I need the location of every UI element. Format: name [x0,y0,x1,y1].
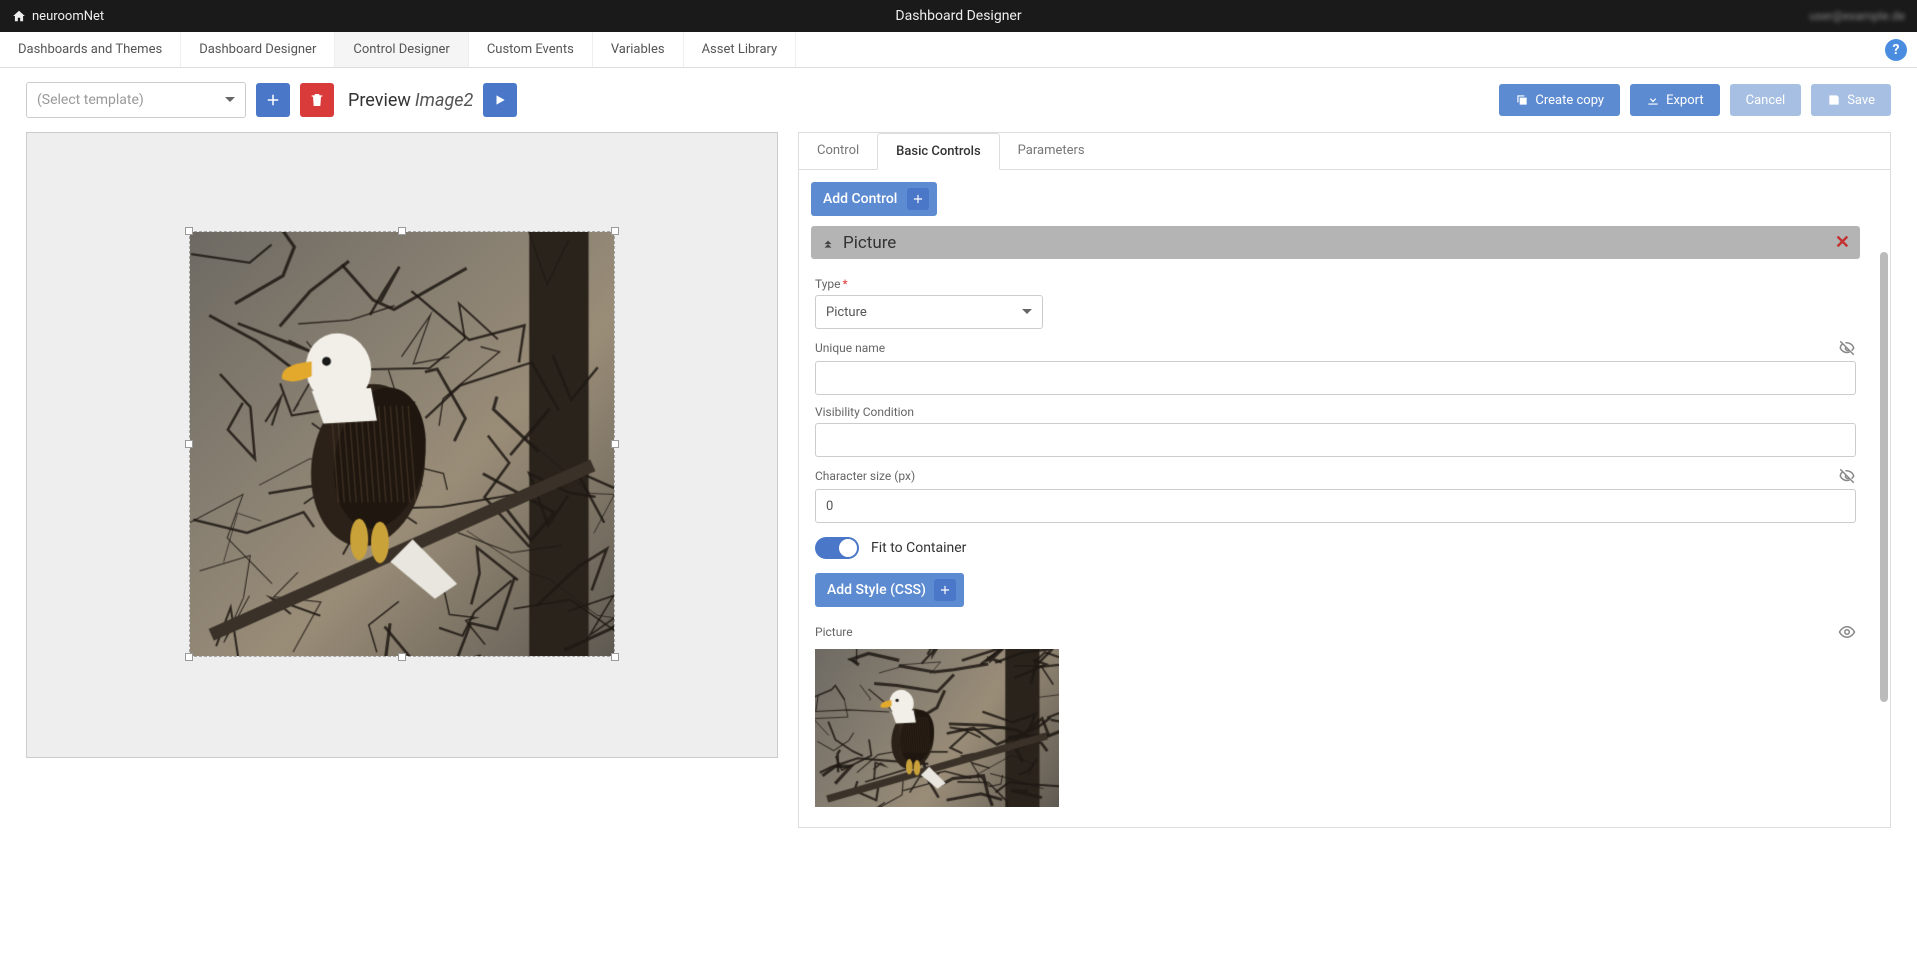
visibility-input[interactable] [815,423,1856,457]
resize-handle-tr[interactable] [611,227,619,235]
tab-variables[interactable]: Variables [593,32,684,67]
accordion-picture[interactable]: Picture ✕ [811,226,1860,259]
resize-handle-tl[interactable] [185,227,193,235]
tab-custom-events[interactable]: Custom Events [469,32,593,67]
add-control-button[interactable]: Add Control [811,182,937,216]
form-section: Type* Picture Unique name Visibility Con… [811,259,1860,815]
fit-to-container-toggle[interactable] [815,537,859,559]
tab-dashboards-themes[interactable]: Dashboards and Themes [0,32,181,67]
visibility-label: Visibility Condition [815,405,1856,419]
plus-icon [934,579,956,601]
add-style-button[interactable]: Add Style (CSS) [815,573,964,607]
help-icon[interactable]: ? [1885,39,1907,61]
caret-down-icon [1022,307,1032,317]
resize-handle-bl[interactable] [185,653,193,661]
resize-handle-bc[interactable] [398,653,406,661]
canvas-image-selection[interactable] [189,231,615,657]
brand[interactable]: neuroomNet [12,9,104,24]
create-copy-button[interactable]: Create copy [1499,84,1620,116]
fit-toggle-row: Fit to Container [815,537,1856,559]
eye-off-icon[interactable] [1838,339,1856,357]
char-size-input[interactable] [815,489,1856,523]
tab-asset-library[interactable]: Asset Library [684,32,797,67]
properties-panel: Control Basic Controls Parameters Add Co… [798,132,1891,828]
home-icon [12,9,26,23]
fit-label: Fit to Container [871,540,966,556]
main-tabs: Dashboards and Themes Dashboard Designer… [0,32,1917,68]
side-tab-basic-controls[interactable]: Basic Controls [877,133,999,170]
properties-content: Add Control Picture ✕ Type* Picture [799,170,1890,827]
play-button[interactable] [483,83,517,117]
template-placeholder: (Select template) [37,92,144,108]
resize-handle-tc[interactable] [398,227,406,235]
side-tab-parameters[interactable]: Parameters [1000,133,1103,169]
resize-handle-br[interactable] [611,653,619,661]
picture-label: Picture [815,623,1856,641]
design-canvas[interactable] [26,132,778,758]
template-select[interactable]: (Select template) [26,82,246,118]
export-button[interactable]: Export [1630,84,1720,116]
resize-handle-mr[interactable] [611,440,619,448]
resize-handle-ml[interactable] [185,440,193,448]
unique-name-label: Unique name [815,339,1856,357]
eye-off-icon[interactable] [1838,467,1856,485]
plus-icon [907,188,929,210]
download-icon [1646,93,1660,107]
user-info[interactable]: user@example.de [1809,9,1905,23]
side-tab-control[interactable]: Control [799,133,877,169]
accordion-title: Picture [843,233,896,253]
remove-control-button[interactable]: ✕ [1835,232,1850,253]
preview-label: Preview Image2 [348,90,473,111]
type-label: Type* [815,277,1856,291]
properties-tabs: Control Basic Controls Parameters [799,133,1890,170]
save-button[interactable]: Save [1811,84,1891,116]
preview-name: Image2 [415,90,473,111]
tab-control-designer[interactable]: Control Designer [335,32,468,67]
unique-name-input[interactable] [815,361,1856,395]
char-size-label: Character size (px) [815,467,1856,485]
delete-button[interactable] [300,83,334,117]
type-select[interactable]: Picture [815,295,1043,329]
canvas-image [190,232,614,656]
brand-text: neuroomNet [32,9,104,24]
eye-icon[interactable] [1838,623,1856,641]
add-template-button[interactable] [256,83,290,117]
copy-icon [1515,93,1529,107]
save-icon [1827,93,1841,107]
toolbar: (Select template) Preview Image2 Create … [0,68,1917,132]
topbar: neuroomNet Dashboard Designer user@examp… [0,0,1917,32]
page-title: Dashboard Designer [895,8,1021,24]
cancel-button[interactable]: Cancel [1730,84,1802,116]
picture-thumbnail[interactable] [815,649,1059,807]
tab-dashboard-designer[interactable]: Dashboard Designer [181,32,335,67]
main-area: Control Basic Controls Parameters Add Co… [0,132,1917,848]
scrollbar[interactable] [1880,252,1888,702]
caret-down-icon [225,95,235,105]
collapse-icon [821,236,835,250]
